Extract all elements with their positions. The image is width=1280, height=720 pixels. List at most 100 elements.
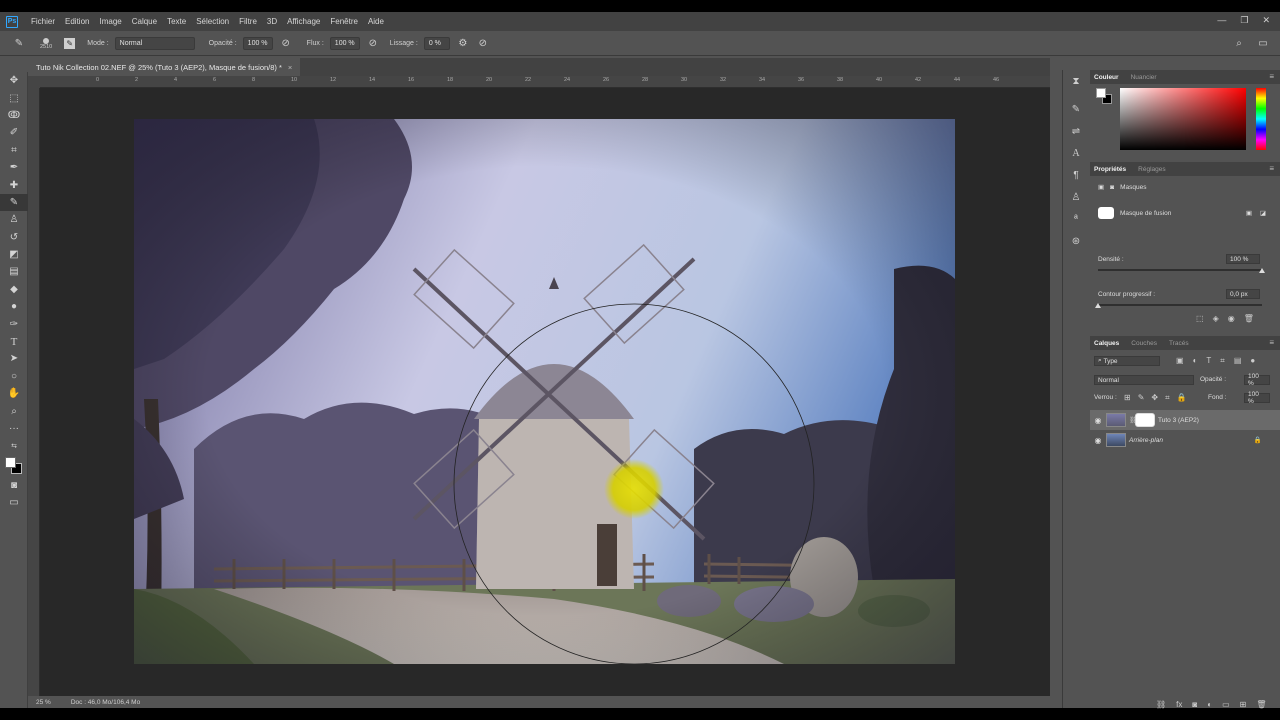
select-pixel-mask-icon[interactable]: ▣	[1246, 209, 1252, 217]
filter-type-icon[interactable]: T	[1206, 356, 1211, 366]
tab-couleur[interactable]: Couleur	[1094, 74, 1119, 81]
opacity-field[interactable]: 100 %	[242, 37, 273, 50]
gear-icon[interactable]: ⚙	[456, 37, 470, 51]
lock-all-icon[interactable]: 🔒	[1177, 393, 1187, 403]
layer-mask-thumbnail[interactable]	[1135, 413, 1155, 427]
delete-mask-icon[interactable]: 🗑	[1244, 314, 1254, 323]
tab-couches[interactable]: Couches	[1131, 340, 1157, 347]
menu-filtre[interactable]: Filtre	[234, 17, 262, 26]
tab-traces[interactable]: Tracés	[1169, 340, 1189, 347]
lock-artboard-icon[interactable]: ⌗	[1165, 393, 1170, 403]
zoom-tool-icon[interactable]: ⌕	[0, 402, 28, 419]
minimize-button[interactable]: —	[1217, 15, 1226, 26]
layer-opacity-field[interactable]: 100 %	[1244, 373, 1270, 387]
gradient-tool-icon[interactable]: ▤	[0, 263, 28, 280]
blend-mode-select[interactable]: Normal	[1094, 375, 1194, 385]
quick-selection-tool-icon[interactable]: ✐	[0, 124, 28, 141]
menu-edition[interactable]: Edition	[60, 17, 94, 26]
brush-tool-icon[interactable]: ✎	[12, 37, 26, 51]
layer-visibility-eye-icon[interactable]: ◉	[1090, 436, 1106, 445]
menu-selection[interactable]: Sélection	[191, 17, 234, 26]
load-selection-icon[interactable]: ⬚	[1196, 314, 1204, 323]
tab-proprietes[interactable]: Propriétés	[1094, 166, 1126, 173]
tab-nuancier[interactable]: Nuancier	[1131, 74, 1157, 81]
feather-field[interactable]: 0,0 px	[1226, 289, 1260, 299]
feather-slider-track[interactable]	[1098, 304, 1262, 306]
zoom-level[interactable]: 25 %	[36, 699, 51, 706]
workspace-icon[interactable]: ▭	[1256, 37, 1270, 51]
pressure-size-icon[interactable]: ⊘	[476, 37, 490, 51]
brush-panel-toggle-icon[interactable]: ✎	[64, 38, 76, 49]
panel-menu-icon[interactable]: ≡	[1269, 164, 1274, 173]
healing-brush-tool-icon[interactable]: ✚	[0, 176, 28, 193]
layer-row-background[interactable]: ◉ Arrière-plan 🔒	[1090, 430, 1280, 450]
hue-slider[interactable]	[1256, 88, 1266, 150]
feather-slider-knob[interactable]	[1095, 303, 1101, 308]
eraser-tool-icon[interactable]: ◩	[0, 246, 28, 263]
apply-mask-icon[interactable]: ◈	[1213, 314, 1219, 323]
menu-3d[interactable]: 3D	[262, 17, 282, 26]
lock-pixels-icon[interactable]: ✎	[1138, 393, 1145, 403]
close-tab-icon[interactable]: ×	[288, 63, 292, 72]
brush-preset-picker[interactable]: 2510	[40, 37, 52, 50]
brush-settings-icon[interactable]: ✎	[1063, 98, 1089, 120]
shape-tool-icon[interactable]: ○	[0, 368, 28, 385]
lasso-tool-icon[interactable]: ↂ	[0, 107, 28, 124]
new-layer-icon[interactable]: ⊞	[1240, 700, 1247, 709]
menu-calque[interactable]: Calque	[127, 17, 162, 26]
filter-smart-object-icon[interactable]: ▤	[1234, 356, 1242, 366]
screen-mode-icon[interactable]: ▭	[0, 494, 28, 511]
layer-row-tuto3[interactable]: ◉ ⛓ Tuto 3 (AEP2)	[1090, 410, 1280, 430]
panel-menu-icon[interactable]: ≡	[1269, 338, 1274, 347]
more-tools-icon[interactable]: ···	[0, 420, 28, 437]
foreground-color-swatch[interactable]	[5, 456, 16, 468]
quick-mask-icon[interactable]: ◙	[0, 477, 28, 494]
layer-name[interactable]: Arrière-plan	[1129, 437, 1163, 444]
brush-tool-icon[interactable]: ✎	[0, 193, 28, 212]
pressure-opacity-icon[interactable]: ⊘	[279, 37, 293, 51]
filter-shape-icon[interactable]: ⌗	[1220, 356, 1225, 366]
glyphs-panel-icon[interactable]: ª	[1063, 208, 1089, 230]
tab-calques[interactable]: Calques	[1094, 340, 1119, 347]
eyedropper-tool-icon[interactable]: ✒	[0, 159, 28, 176]
adjustment-icon[interactable]: ⇌	[1063, 120, 1089, 142]
layer-name[interactable]: Tuto 3 (AEP2)	[1158, 417, 1199, 424]
character-panel-icon[interactable]: A	[1063, 142, 1089, 164]
swap-colors-icon[interactable]: ⇆	[0, 437, 28, 454]
libraries-icon[interactable]: ⊛	[1063, 230, 1089, 252]
menu-fichier[interactable]: Fichier	[26, 17, 60, 26]
filter-adjustment-icon[interactable]: ◐	[1193, 356, 1198, 366]
menu-aide[interactable]: Aide	[363, 17, 389, 26]
color-picker-field[interactable]	[1120, 88, 1246, 150]
link-layers-icon[interactable]: ⛓	[1156, 700, 1166, 709]
layer-style-icon[interactable]: fx	[1176, 700, 1182, 709]
airbrush-icon[interactable]: ⊘	[366, 37, 380, 51]
group-icon[interactable]: ▭	[1222, 700, 1230, 709]
type-tool-icon[interactable]: T	[0, 333, 28, 350]
document-image[interactable]	[134, 119, 955, 664]
color-swatches[interactable]	[0, 455, 28, 477]
density-slider-knob[interactable]	[1259, 268, 1265, 273]
search-icon[interactable]: ⌕	[1232, 37, 1246, 51]
lock-position-icon[interactable]: ✥	[1151, 393, 1158, 403]
history-panel-icon[interactable]: ⧗	[1063, 70, 1089, 92]
pen-tool-icon[interactable]: ✑	[0, 315, 28, 332]
document-tab[interactable]: Tuto Nik Collection 02.NEF @ 25% (Tuto 3…	[28, 58, 301, 76]
blur-tool-icon[interactable]: ◆	[0, 281, 28, 298]
visibility-icon[interactable]: ◉	[1228, 314, 1235, 323]
marquee-tool-icon[interactable]: ⬚	[0, 89, 28, 106]
delete-layer-icon[interactable]: 🗑	[1256, 700, 1266, 709]
menu-texte[interactable]: Texte	[162, 17, 191, 26]
tab-reglages[interactable]: Réglages	[1138, 166, 1165, 173]
hand-tool-icon[interactable]: ✋	[0, 385, 28, 402]
mode-select[interactable]: Normal	[114, 37, 195, 50]
adjustment-layer-icon[interactable]: ◐	[1207, 700, 1212, 709]
filter-toggle-icon[interactable]: ●	[1250, 356, 1255, 366]
menu-fenetre[interactable]: Fenêtre	[325, 17, 363, 26]
clone-stamp-tool-icon[interactable]: ♙	[0, 211, 28, 228]
move-tool-icon[interactable]: ✥	[0, 72, 28, 89]
menu-affichage[interactable]: Affichage	[282, 17, 325, 26]
paragraph-panel-icon[interactable]: ¶	[1063, 164, 1089, 186]
canvas-area[interactable]	[40, 88, 1050, 696]
smoothing-field[interactable]: 0 %	[423, 37, 450, 50]
